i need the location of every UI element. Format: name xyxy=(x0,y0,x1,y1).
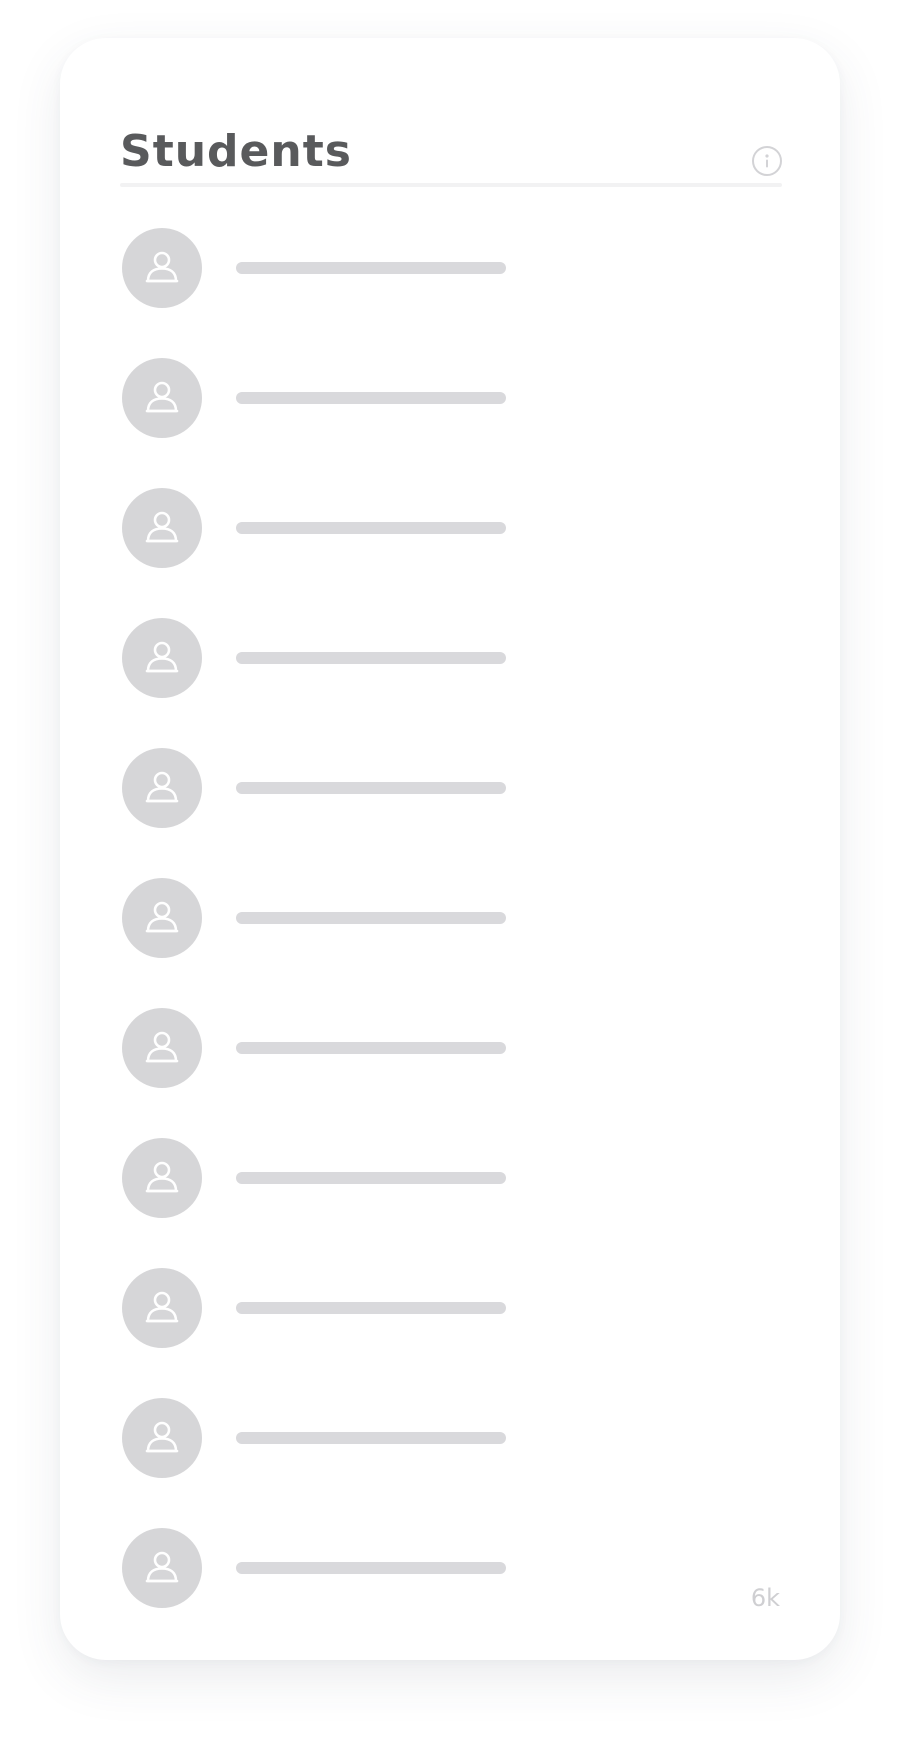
info-glyph xyxy=(765,154,769,168)
user-icon xyxy=(145,1031,179,1063)
user-icon xyxy=(145,251,179,283)
name-placeholder xyxy=(236,1432,506,1444)
avatar xyxy=(122,1008,202,1088)
user-icon xyxy=(145,641,179,673)
user-icon xyxy=(145,1551,179,1583)
name-placeholder xyxy=(236,262,506,274)
avatar xyxy=(122,358,202,438)
student-count: 6k xyxy=(750,1584,780,1612)
avatar xyxy=(122,748,202,828)
avatar xyxy=(122,228,202,308)
list-item[interactable] xyxy=(122,488,782,618)
user-icon xyxy=(145,1421,179,1453)
info-icon[interactable] xyxy=(752,146,782,176)
avatar xyxy=(122,1138,202,1218)
name-placeholder xyxy=(236,1562,506,1574)
list-item[interactable] xyxy=(122,1008,782,1138)
name-placeholder xyxy=(236,1302,506,1314)
list-item[interactable] xyxy=(122,878,782,1008)
name-placeholder xyxy=(236,652,506,664)
header-divider xyxy=(120,183,782,187)
user-icon xyxy=(145,1291,179,1323)
avatar xyxy=(122,1268,202,1348)
avatar xyxy=(122,618,202,698)
user-icon xyxy=(145,771,179,803)
list-item[interactable] xyxy=(122,358,782,488)
name-placeholder xyxy=(236,912,506,924)
name-placeholder xyxy=(236,1042,506,1054)
list-item[interactable] xyxy=(122,1268,782,1398)
avatar xyxy=(122,878,202,958)
student-list xyxy=(122,228,782,1658)
user-icon xyxy=(145,1161,179,1193)
name-placeholder xyxy=(236,1172,506,1184)
name-placeholder xyxy=(236,522,506,534)
avatar xyxy=(122,1398,202,1478)
user-icon xyxy=(145,901,179,933)
name-placeholder xyxy=(236,392,506,404)
card-title: Students xyxy=(120,126,352,177)
list-item[interactable] xyxy=(122,228,782,358)
list-item[interactable] xyxy=(122,1398,782,1528)
list-item[interactable] xyxy=(122,618,782,748)
card-header: Students xyxy=(120,86,782,226)
name-placeholder xyxy=(236,782,506,794)
list-item[interactable] xyxy=(122,748,782,878)
list-item[interactable] xyxy=(122,1138,782,1268)
user-icon xyxy=(145,381,179,413)
user-icon xyxy=(145,511,179,543)
students-card: Students 6k xyxy=(60,38,840,1660)
avatar xyxy=(122,488,202,568)
avatar xyxy=(122,1528,202,1608)
list-item[interactable] xyxy=(122,1528,782,1658)
